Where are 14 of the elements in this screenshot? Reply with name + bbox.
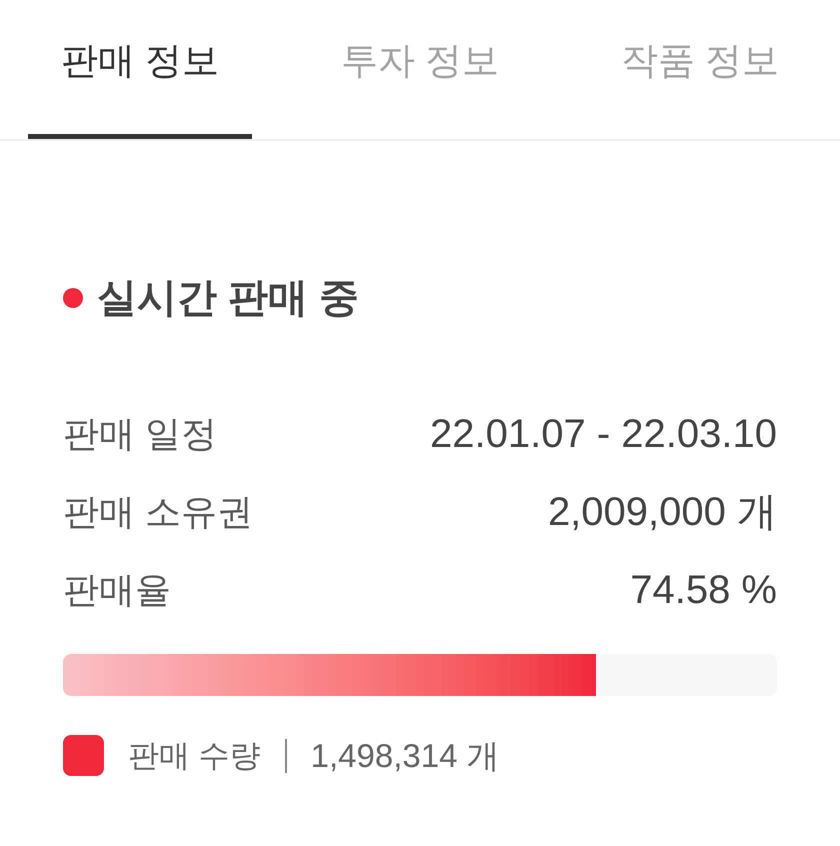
- detail-label: 판매 소유권: [63, 494, 254, 530]
- status-heading: 실시간 판매 중: [97, 278, 360, 318]
- detail-label: 판매율: [63, 572, 171, 608]
- legend-value: 1,498,314 개: [310, 739, 500, 772]
- legend-swatch-icon: [63, 735, 104, 776]
- legend-label: 판매 수량: [128, 740, 261, 771]
- detail-value: 74.58 %: [630, 570, 777, 610]
- detail-label: 판매 일정: [63, 416, 218, 452]
- tab[interactable]: 투자 정보: [308, 0, 532, 139]
- live-dot-icon: [63, 288, 83, 308]
- detail-value: 2,009,000 개: [548, 492, 777, 532]
- tab[interactable]: 판매 정보: [28, 0, 252, 139]
- tab[interactable]: 작품 정보: [588, 0, 812, 139]
- detail-value: 22.01.07 - 22.03.10: [430, 414, 777, 454]
